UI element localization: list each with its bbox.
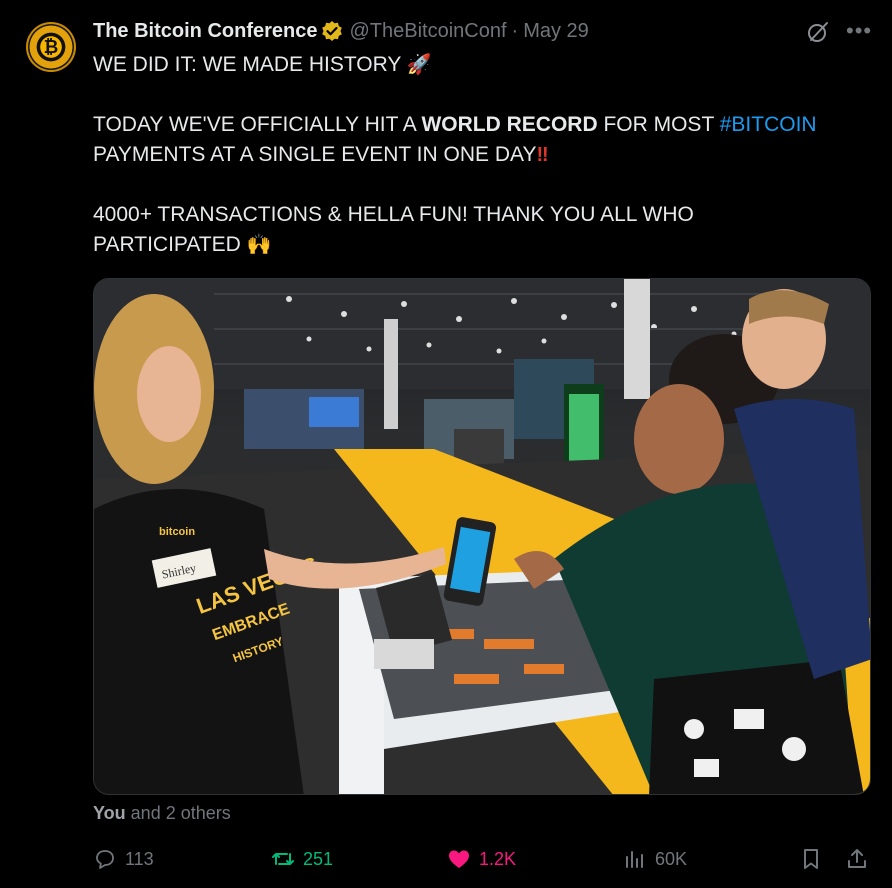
hashtag-link[interactable]: #BITCOIN <box>720 113 817 136</box>
tweet-line-5: PARTICIPATED <box>93 233 241 256</box>
share-button[interactable] <box>845 843 877 875</box>
repost-button[interactable]: 251 <box>271 843 333 875</box>
reply-count: 113 <box>125 848 154 869</box>
share-icon <box>848 849 866 868</box>
repost-count: 251 <box>303 848 334 869</box>
like-count: 1.2K <box>479 848 517 869</box>
author-name[interactable]: The Bitcoin Conference <box>93 20 317 43</box>
tweet-line-2b: FOR MOST <box>597 113 720 136</box>
liked-by-row[interactable]: You and 2 others <box>93 803 231 824</box>
tweet-bold-text: WORLD RECORD <box>421 113 598 136</box>
author-handle[interactable]: @TheBitcoinConf <box>349 20 506 43</box>
bitcoin-logo-icon: ₿ <box>43 37 59 57</box>
separator: · <box>511 19 519 42</box>
views-button[interactable]: 60K <box>623 843 687 875</box>
liked-by-you: You <box>93 803 126 823</box>
tweet-line-3: PAYMENTS AT A SINGLE EVENT IN ONE DAY <box>93 143 537 166</box>
verified-badge-icon[interactable] <box>321 20 343 42</box>
like-button[interactable]: 1.2K <box>447 843 516 875</box>
heart-icon <box>449 850 469 868</box>
rocket-emoji-icon: 🚀 <box>406 54 432 76</box>
bookmark-icon <box>804 849 818 869</box>
grok-icon[interactable] <box>806 20 830 44</box>
bookmark-button[interactable] <box>799 843 831 875</box>
action-bar: 113 251 1.2K 60K <box>93 843 873 875</box>
tweet-line-4: 4000+ TRANSACTIONS & HELLA FUN! THANK YO… <box>93 203 694 226</box>
double-exclamation-emoji-icon: ‼ <box>536 144 549 166</box>
tweet-photo[interactable]: Shirley bitcoin LAS VEGAS EMBRACE HISTOR… <box>93 278 871 795</box>
views-icon <box>626 851 643 868</box>
photo-scene: Shirley bitcoin LAS VEGAS EMBRACE HISTOR… <box>94 279 870 794</box>
views-count: 60K <box>655 848 688 869</box>
tweet-date[interactable]: May 29 <box>523 20 589 43</box>
avatar[interactable]: ₿ <box>26 22 76 72</box>
tweet-line-2a: TODAY WE'VE OFFICIALLY HIT A <box>93 113 422 136</box>
raising-hands-emoji-icon: 🙌 <box>246 234 272 256</box>
tweet-text: WE DID IT: WE MADE HISTORY 🚀 TODAY WE'VE… <box>93 50 873 260</box>
tweet-header: The Bitcoin Conference @TheBitcoinConf ·… <box>93 18 589 44</box>
tweet-line-1: WE DID IT: WE MADE HISTORY <box>93 53 402 76</box>
more-options-icon[interactable]: ••• <box>846 18 872 44</box>
liked-by-others: and 2 others <box>125 803 231 823</box>
shirt-brand-text: bitcoin <box>159 526 195 538</box>
repost-icon <box>272 853 294 865</box>
reply-button[interactable]: 113 <box>93 843 154 875</box>
reply-icon <box>96 850 114 869</box>
